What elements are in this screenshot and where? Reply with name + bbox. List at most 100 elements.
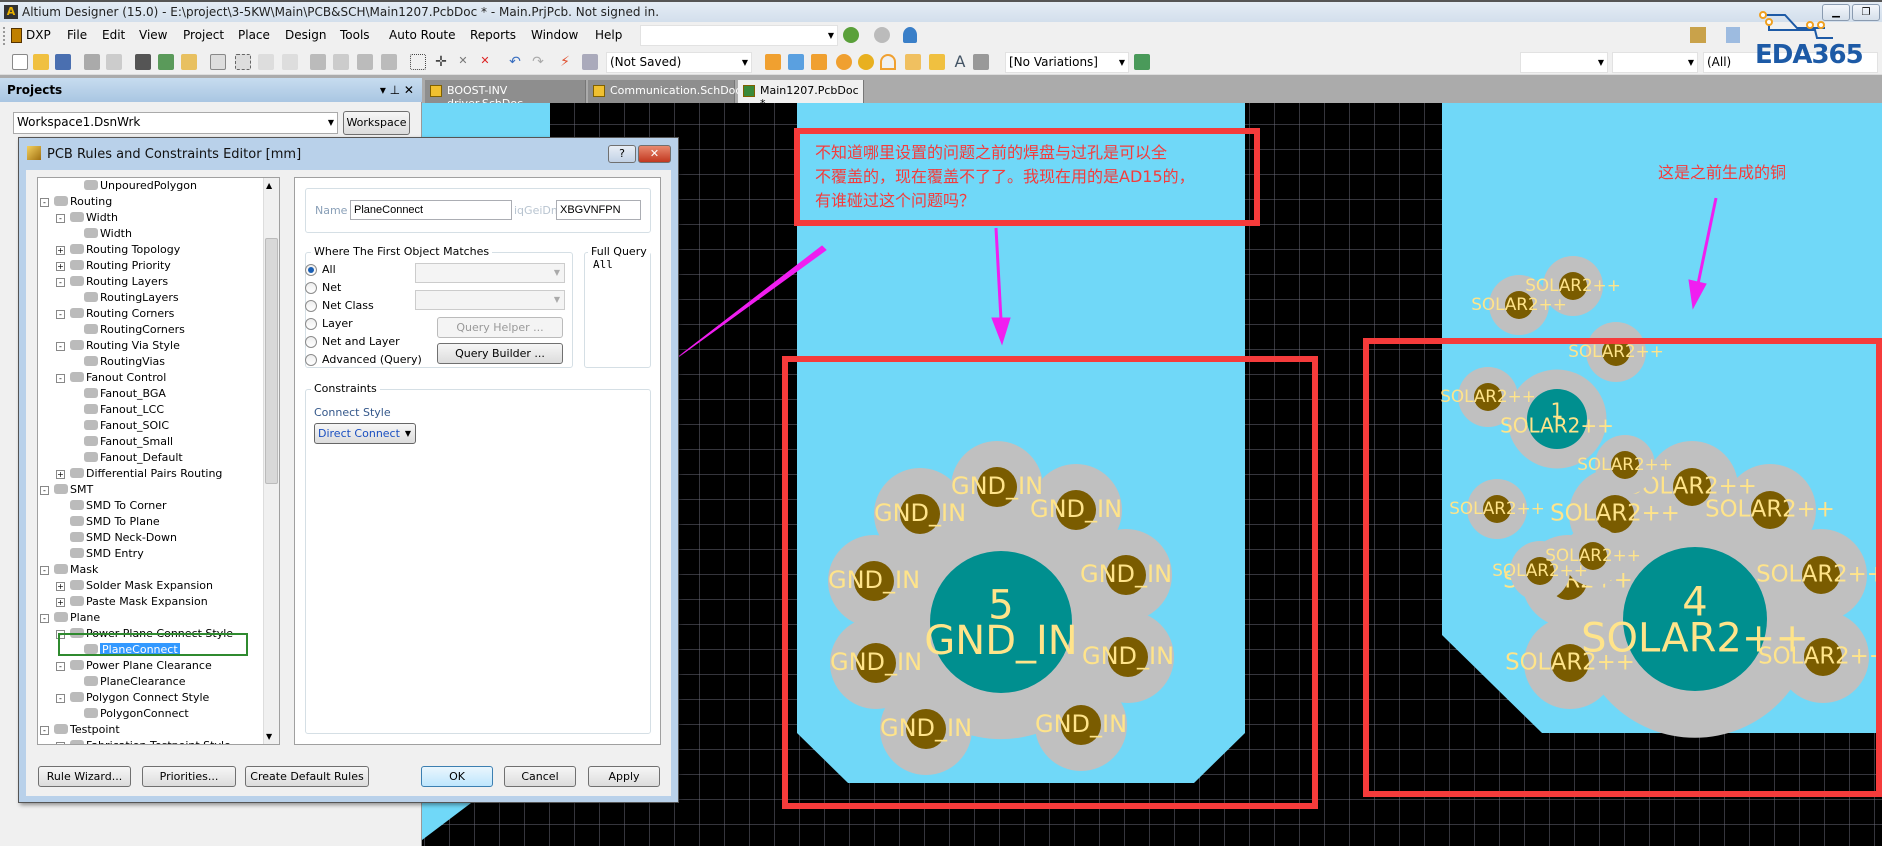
print-icon[interactable]: [84, 54, 100, 70]
zoom-selected-icon[interactable]: [258, 54, 274, 70]
rule-name-input[interactable]: [350, 200, 512, 220]
tree-item-smd-to-corner[interactable]: SMD To Corner: [70, 498, 167, 514]
collapse-icon[interactable]: -: [40, 486, 49, 495]
tree-item-plane[interactable]: - Plane: [40, 610, 100, 626]
collapse-icon[interactable]: -: [56, 214, 65, 223]
radio-layer[interactable]: [305, 318, 317, 330]
tree-item-routing-layers[interactable]: - Routing Layers: [56, 274, 168, 290]
tree-item-width[interactable]: Width: [84, 226, 132, 242]
match-value-combo[interactable]: ▼: [415, 263, 565, 283]
open-icon[interactable]: [33, 54, 49, 70]
workspace-combo[interactable]: Workspace1.DsnWrk ▼: [13, 112, 338, 134]
design-rule-icon[interactable]: [1690, 27, 1706, 43]
tree-item-power-plane-clearance[interactable]: - Power Plane Clearance: [56, 658, 212, 674]
tree-item-mask[interactable]: - Mask: [40, 562, 98, 578]
expand-icon[interactable]: +: [56, 470, 65, 479]
scroll-up-icon[interactable]: ▲: [266, 181, 272, 190]
close-button[interactable]: ✕: [638, 145, 671, 163]
tree-item-routing-corners[interactable]: - Routing Corners: [56, 306, 174, 322]
menu-place[interactable]: Place: [238, 28, 270, 42]
route-icon[interactable]: [765, 54, 781, 70]
scroll-thumb[interactable]: [265, 238, 278, 484]
place-via-icon[interactable]: [858, 54, 874, 70]
tree-item-routingvias[interactable]: RoutingVias: [84, 354, 165, 370]
route-multi-icon[interactable]: [811, 54, 827, 70]
tree-item-routing-via-style[interactable]: - Routing Via Style: [56, 338, 180, 354]
tree-item-fanout-control[interactable]: - Fanout Control: [56, 370, 166, 386]
collapse-icon[interactable]: -: [56, 662, 65, 671]
align-icon[interactable]: [1726, 27, 1740, 43]
save-icon[interactable]: [55, 54, 71, 70]
route-diff-pair-icon[interactable]: [788, 54, 804, 70]
menu-file[interactable]: File: [67, 28, 87, 42]
3d-view-icon[interactable]: [135, 54, 151, 70]
redo-icon[interactable]: ↷: [530, 54, 546, 70]
zoom-area-icon[interactable]: [235, 54, 251, 70]
priorities-button[interactable]: Priorities...: [142, 766, 236, 787]
fill-icon[interactable]: [905, 54, 921, 70]
library-icon[interactable]: [181, 54, 197, 70]
filter-combo-1[interactable]: ▼: [1520, 52, 1608, 73]
cancel-button[interactable]: Cancel: [504, 766, 576, 787]
address-combo[interactable]: ▼: [640, 25, 838, 46]
tree-item-width[interactable]: - Width: [56, 210, 118, 226]
filter-combo-2[interactable]: ▼: [1612, 52, 1698, 73]
expand-icon[interactable]: +: [56, 582, 65, 591]
tree-item-fanout-lcc[interactable]: Fanout_LCC: [84, 402, 164, 418]
tree-item-routing[interactable]: - Routing: [40, 194, 112, 210]
collapse-icon[interactable]: -: [56, 374, 65, 383]
collapse-icon[interactable]: -: [56, 342, 65, 351]
expand-icon[interactable]: +: [56, 262, 65, 271]
collapse-icon[interactable]: -: [40, 614, 49, 623]
expand-icon[interactable]: +: [56, 598, 65, 607]
cut-icon[interactable]: [310, 54, 326, 70]
print-preview-icon[interactable]: [106, 54, 122, 70]
apply-button[interactable]: Apply: [588, 766, 660, 787]
paste-icon[interactable]: [357, 54, 373, 70]
help-button[interactable]: ?: [608, 145, 636, 163]
scroll-down-icon[interactable]: ▼: [266, 732, 272, 741]
tree-item-smd-neck-down[interactable]: SMD Neck-Down: [70, 530, 177, 546]
tree-item-fanout-soic[interactable]: Fanout_SOIC: [84, 418, 169, 434]
radio-advanced-query-[interactable]: [305, 354, 317, 366]
string-icon[interactable]: A: [952, 54, 968, 70]
query-helper-button[interactable]: Query Helper ...: [437, 317, 563, 338]
browse-components-icon[interactable]: [582, 54, 598, 70]
copy-icon[interactable]: [333, 54, 349, 70]
forward-icon[interactable]: [874, 27, 890, 43]
tree-item-routinglayers[interactable]: RoutingLayers: [84, 290, 179, 306]
tree-item-solder-mask-expansion[interactable]: + Solder Mask Expansion: [56, 578, 213, 594]
menu-tools[interactable]: Tools: [340, 28, 370, 42]
expand-icon[interactable]: +: [56, 742, 65, 744]
ok-button[interactable]: OK: [421, 766, 493, 787]
tree-item-smt[interactable]: - SMT: [40, 482, 93, 498]
tree-item-routing-priority[interactable]: + Routing Priority: [56, 258, 171, 274]
create-default-rules-button[interactable]: Create Default Rules: [245, 766, 369, 787]
variants-icon[interactable]: [1134, 54, 1150, 70]
tree-scrollbar[interactable]: ▲ ▼: [263, 178, 279, 744]
tree-item-routingcorners[interactable]: RoutingCorners: [84, 322, 185, 338]
rubber-stamp-icon[interactable]: [381, 54, 397, 70]
new-file-icon[interactable]: [12, 54, 28, 70]
menu-help[interactable]: Help: [595, 28, 622, 42]
tree-item-routing-topology[interactable]: + Routing Topology: [56, 242, 180, 258]
tree-item-planeclearance[interactable]: PlaneClearance: [84, 674, 185, 690]
radio-all[interactable]: [305, 264, 317, 276]
tree-item-smd-entry[interactable]: SMD Entry: [70, 546, 144, 562]
connect-style-select[interactable]: Direct Connect ▼: [314, 423, 416, 444]
menu-reports[interactable]: Reports: [470, 28, 516, 42]
filter-icon[interactable]: [282, 54, 298, 70]
tree-item-smd-to-plane[interactable]: SMD To Plane: [70, 514, 160, 530]
tree-item-fanout-default[interactable]: Fanout_Default: [84, 450, 183, 466]
tree-item-fanout-small[interactable]: Fanout_Small: [84, 434, 173, 450]
zoom-fit-icon[interactable]: [210, 54, 226, 70]
deselect-icon[interactable]: ✕: [455, 54, 471, 70]
tree-item-polygon-connect-style[interactable]: - Polygon Connect Style: [56, 690, 209, 706]
polygon-icon[interactable]: [929, 54, 945, 70]
net-class-combo[interactable]: ▼: [415, 290, 565, 310]
variations-combo[interactable]: [No Variations] ▼: [1005, 52, 1129, 73]
collapse-icon[interactable]: -: [40, 726, 49, 735]
clear-filter-icon[interactable]: ✕: [477, 54, 493, 70]
home-icon[interactable]: [903, 27, 917, 43]
place-pad-icon[interactable]: [836, 54, 852, 70]
